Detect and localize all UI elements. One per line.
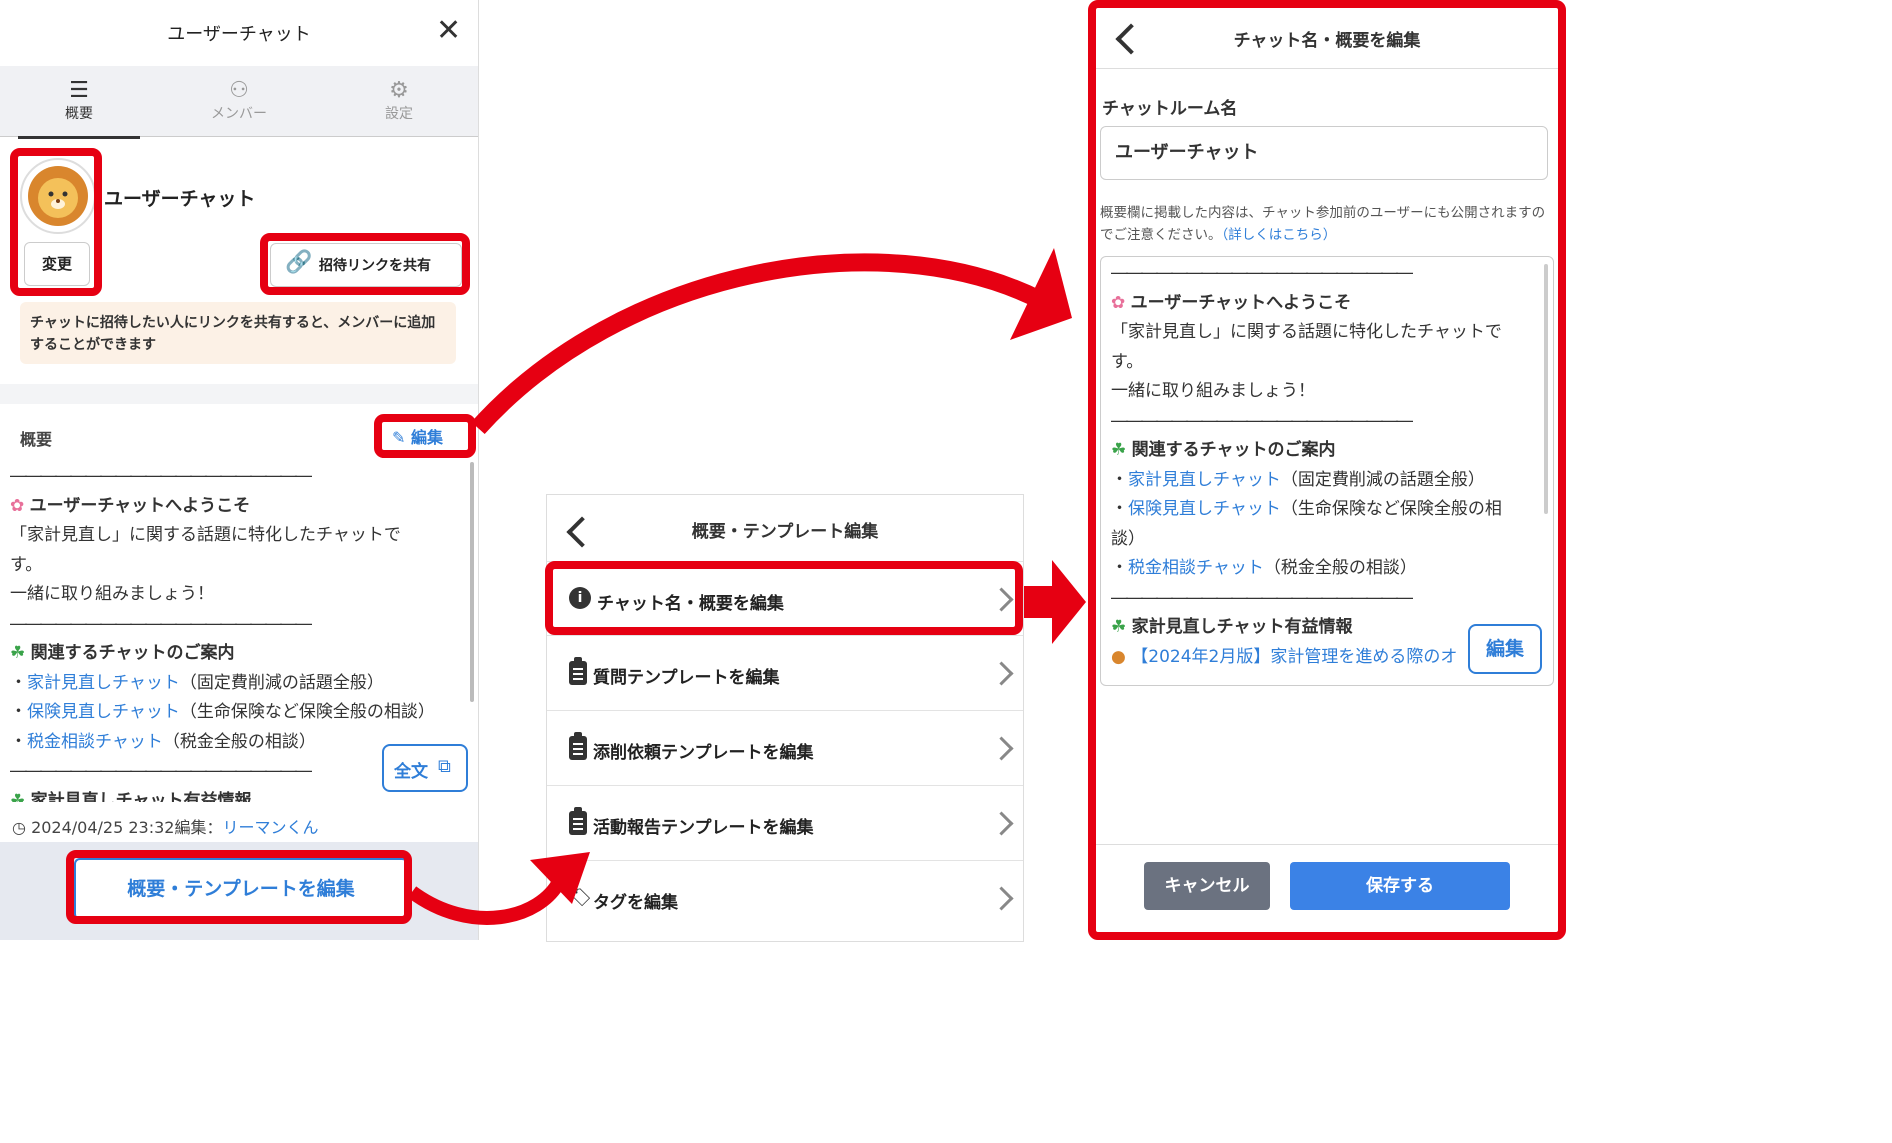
arrow-edit-to-right (471, 253, 1045, 435)
arrow-bottom-to-middle (407, 876, 567, 925)
annotation-arrows (407, 248, 1086, 925)
arrow-middle-to-right (1024, 560, 1086, 644)
